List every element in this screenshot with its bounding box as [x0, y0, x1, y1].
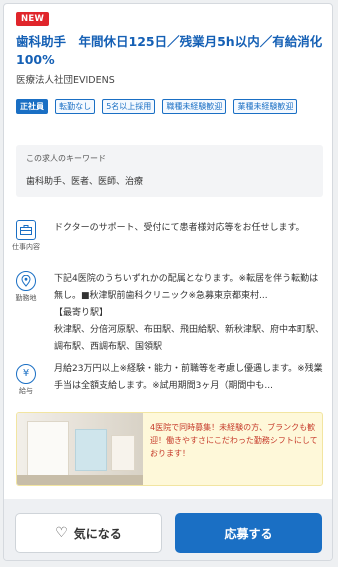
location-section: 勤務地 下記4医院のうちいずれかの配属となります。※転居を伴う転勤は無し。■秋津… [12, 271, 328, 352]
tag-list: 正社員 転勤なし 5名以上採用 職種未経験歓迎 業種未経験歓迎 [16, 94, 326, 119]
apply-label: 応募する [224, 526, 273, 541]
briefcase-icon [16, 220, 36, 240]
favorite-label: 気になる [73, 526, 122, 541]
work-caption: 仕事内容 [12, 243, 40, 251]
new-badge: NEW [16, 12, 50, 26]
yen-icon: ¥ [16, 364, 36, 384]
salary-description: 月給23万円以上※経験・能力・前職等を考慮し優遇します。※残業手当は全額支給しま… [54, 364, 323, 391]
tag-employment-type: 正社員 [16, 99, 48, 114]
salary-section: ¥ 給与 月給23万円以上※経験・能力・前職等を考慮し優遇します。※残業手当は全… [12, 361, 328, 405]
keyword-label: この求人のキーワード [26, 154, 106, 163]
heart-plus-icon: ♡ [55, 525, 68, 541]
tag-no-relocation: 転勤なし [55, 99, 96, 114]
location-pin-icon [16, 271, 36, 291]
tag-industry-inexperienced-welcome: 業種未経験歓迎 [233, 99, 298, 114]
station-label: 【最寄り駅】 [54, 308, 109, 318]
favorite-button[interactable]: ♡ 気になる [15, 513, 162, 553]
station-list: 秋津駅、分倍河原駅、布田駅、飛田給駅、新秋津駅、府中本町駅、調布駅、西調布駅、国… [54, 325, 325, 352]
promo-banner[interactable]: 4医院で同時募集！未経験の方、ブランクも歓迎！働きやすさにこだわった勤務シフトに… [16, 412, 323, 486]
action-bar: ♡ 気になる 応募する [4, 499, 332, 560]
keyword-text: 歯科助手、医者、医師、治療 [26, 177, 144, 187]
keyword-box: この求人のキーワード 歯科助手、医者、医師、治療 [16, 145, 323, 197]
banner-text: 4医院で同時募集！未経験の方、ブランクも歓迎！働きやすさにこだわった勤務シフトに… [150, 423, 318, 458]
tag-job-inexperienced-welcome: 職種未経験歓迎 [162, 99, 227, 114]
job-card: NEW 歯科助手 年間休日125日／残業月5h以内／有給消化100% 医療法人社… [3, 3, 333, 561]
company-name: 医療法人社団EVIDENS [16, 75, 115, 86]
location-caption: 勤務地 [15, 294, 37, 302]
clinic-photo [17, 413, 143, 485]
tag-multiple-hires: 5名以上採用 [102, 99, 156, 114]
work-section: 仕事内容 ドクターのサポート、受付にて患者様対応等をお任せします。 [12, 220, 328, 264]
location-description: 下記4医院のうちいずれかの配属となります。※転居を伴う転勤は無し。■秋津駅前歯科… [54, 271, 326, 356]
work-description: ドクターのサポート、受付にて患者様対応等をお任せします。 [54, 223, 305, 233]
location-text: 下記4医院のうちいずれかの配属となります。※転居を伴う転勤は無し。■秋津駅前歯科… [54, 274, 319, 301]
salary-caption: 給与 [19, 387, 33, 395]
job-title[interactable]: 歯科助手 年間休日125日／残業月5h以内／有給消化100% [16, 33, 324, 69]
apply-button[interactable]: 応募する [175, 513, 322, 553]
